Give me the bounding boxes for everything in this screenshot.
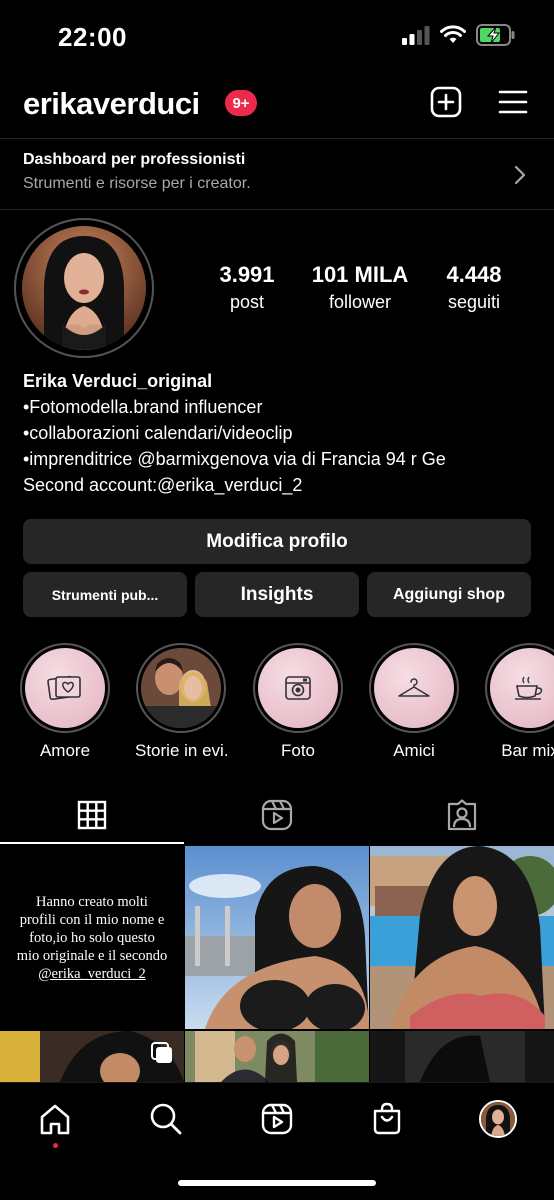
menu-icon[interactable]: [498, 88, 528, 116]
stat-posts[interactable]: 3.991 post: [207, 262, 287, 313]
add-shop-button[interactable]: Aggiungi shop: [367, 572, 531, 617]
hanger-icon: [398, 678, 430, 697]
photos-heart-icon: [47, 675, 81, 701]
avatar: [479, 1100, 517, 1138]
home-icon: [40, 1104, 70, 1135]
highlight-label: Bar mix: [501, 741, 554, 760]
coffee-cup-icon: [515, 676, 543, 700]
home-notification-dot: [53, 1143, 58, 1148]
status-time: 22:00: [58, 22, 127, 52]
highlight-label: Amore: [39, 741, 91, 760]
avatar: [22, 226, 146, 350]
grid-post-text[interactable]: Hanno creato molti profili con il mio no…: [0, 846, 184, 1029]
carousel-icon: [151, 1042, 172, 1063]
nav-shop[interactable]: [367, 1099, 407, 1139]
bio-line: •collaborazioni calendari/videoclip: [23, 423, 293, 443]
wifi-icon: [440, 25, 466, 43]
stat-followers-label: follower: [328, 292, 392, 312]
highlight-ring: [485, 643, 554, 733]
highlight-cover: [374, 648, 454, 728]
dashboard-subtitle: Strumenti e risorse per i creator.: [23, 175, 251, 192]
professional-dashboard-link[interactable]: Dashboard per professionisti Strumenti e…: [0, 138, 554, 210]
highlight-cover: [141, 648, 221, 728]
highlight-label: Foto: [280, 741, 316, 760]
insights-button[interactable]: Insights: [195, 572, 359, 617]
grid-post-image[interactable]: [185, 846, 369, 1029]
tab-tagged[interactable]: [370, 786, 554, 844]
highlight-label: Storie in evi...: [135, 741, 227, 760]
tagged-icon: [447, 799, 477, 831]
nav-home[interactable]: [35, 1099, 75, 1139]
profile-display-name: Erika Verduci_original: [23, 371, 213, 391]
highlight-ring: [253, 643, 343, 733]
highlight-cover: [25, 648, 105, 728]
ad-tools-button[interactable]: Strumenti pub...: [23, 572, 187, 617]
stat-following-label: seguiti: [447, 292, 501, 312]
stat-posts-number: 3.991: [219, 262, 275, 287]
highlight-ring: [136, 643, 226, 733]
shopping-bag-icon: [373, 1102, 401, 1135]
notification-badge[interactable]: 9+: [225, 90, 257, 116]
stat-followers-number: 101 MILA: [311, 262, 409, 287]
highlight-foto[interactable]: Foto: [252, 643, 344, 761]
edit-profile-button[interactable]: Modifica profilo: [23, 519, 531, 564]
username-title[interactable]: erikaverduci: [23, 86, 200, 122]
grid-post-image[interactable]: [185, 1031, 369, 1082]
nav-reels[interactable]: [257, 1099, 297, 1139]
highlight-bar-mix[interactable]: Bar mix: [484, 643, 554, 761]
stat-following-number: 4.448: [446, 262, 502, 287]
profile-tabs: [0, 786, 554, 844]
profile-header: erikaverduci 9+: [0, 78, 554, 134]
tab-reels[interactable]: [185, 786, 369, 844]
nav-search[interactable]: [146, 1099, 186, 1139]
post-text-line: profili con il mio nome e: [19, 911, 165, 928]
highlight-cover: [490, 648, 554, 728]
reels-icon: [261, 1103, 293, 1135]
stat-posts-label: post: [229, 292, 265, 312]
dashboard-title: Dashboard per professionisti: [23, 151, 246, 168]
stat-following[interactable]: 4.448 seguiti: [432, 262, 516, 313]
home-indicator: [178, 1180, 376, 1186]
highlight-amici[interactable]: Amici: [368, 643, 460, 761]
post-text-line: mio originale e il secondo: [16, 947, 168, 964]
chevron-right-icon: [514, 165, 526, 185]
post-text-line: Hanno creato molti: [36, 893, 148, 910]
highlight-ring: [369, 643, 459, 733]
stat-followers[interactable]: 101 MILA follower: [303, 262, 417, 313]
profile-bio: Erika Verduci_original •Fotomodella.bran…: [23, 368, 543, 498]
grid-icon: [77, 800, 107, 830]
camera-icon: [285, 676, 311, 700]
status-icons: [402, 24, 516, 46]
highlight-photo: [141, 648, 221, 728]
highlight-amore[interactable]: Amore: [19, 643, 111, 761]
tab-grid[interactable]: [0, 786, 184, 844]
create-post-icon[interactable]: [430, 86, 462, 118]
highlight-storie[interactable]: Storie in evi...: [135, 643, 227, 761]
battery-charging-icon: [476, 24, 515, 46]
bio-line[interactable]: •imprenditrice @barmixgenova via di Fran…: [23, 446, 543, 472]
signal-icon: [402, 26, 430, 45]
status-bar: 22:00: [0, 0, 554, 70]
nav-profile[interactable]: [478, 1099, 518, 1139]
highlight-cover: [258, 648, 338, 728]
grid-post-image[interactable]: [0, 1031, 184, 1082]
profile-avatar[interactable]: [14, 218, 154, 358]
grid-post-image[interactable]: [370, 1031, 554, 1082]
highlight-label: Amici: [393, 741, 435, 760]
post-text-line: @erika_verduci_2: [38, 965, 146, 982]
active-tab-indicator: [0, 842, 184, 844]
grid-post-image[interactable]: [370, 846, 554, 1029]
search-icon: [150, 1103, 182, 1135]
highlight-ring: [20, 643, 110, 733]
post-text-line: foto,io ho solo questo: [29, 929, 155, 946]
bio-line: •Fotomodella.brand influencer: [23, 397, 263, 417]
bio-line[interactable]: Second account:@erika_verduci_2: [23, 472, 543, 498]
reels-icon: [261, 799, 293, 831]
